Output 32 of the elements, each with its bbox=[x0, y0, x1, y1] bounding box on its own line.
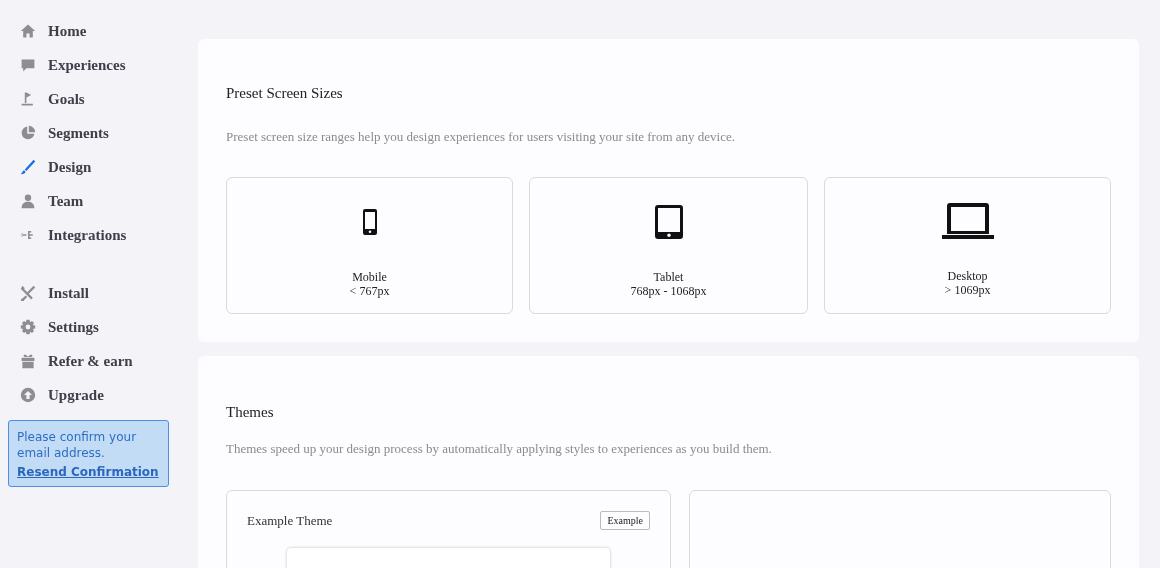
resend-confirmation-link[interactable]: Resend Confirmation bbox=[17, 465, 160, 479]
sidebar-item[interactable]: Refer & earn bbox=[8, 344, 185, 378]
device-name: Tablet bbox=[653, 270, 684, 284]
device-name: Desktop bbox=[947, 269, 988, 283]
phone-icon bbox=[362, 209, 377, 235]
notice-message: Please confirm your email address. bbox=[17, 429, 138, 461]
sidebar-item[interactable]: Integrations bbox=[8, 218, 185, 252]
section-description: Preset screen size ranges help you design experiences for users visiting your site from any device. bbox=[226, 129, 736, 145]
sidebar-item[interactable]: Upgrade bbox=[8, 378, 185, 412]
sidebar-item[interactable]: Experiences bbox=[8, 48, 185, 82]
theme-name: Example Theme bbox=[247, 512, 333, 529]
device-name: Mobile bbox=[352, 270, 387, 284]
sidebar-item[interactable]: Team bbox=[8, 184, 185, 218]
sidebar-item[interactable]: Design bbox=[8, 150, 185, 184]
section-title: Themes bbox=[226, 404, 275, 421]
device-range: < 767px bbox=[349, 284, 390, 298]
section-description: Themes speed up your design process by automatically applying styles to experiences as you build them. bbox=[226, 441, 773, 457]
sidebar-item[interactable]: Segments bbox=[8, 116, 185, 150]
laptop-icon bbox=[941, 203, 994, 239]
theme-card[interactable]: Example Theme Example bbox=[226, 490, 671, 568]
sidebar-item[interactable]: Goals bbox=[8, 82, 185, 116]
device-option[interactable]: Desktop > 1069px bbox=[824, 177, 1111, 314]
sidebar-item[interactable]: Home bbox=[8, 14, 185, 48]
device-range: > 1069px bbox=[944, 283, 991, 297]
sidebar-item[interactable]: Install bbox=[8, 276, 185, 310]
device-range: 768px - 1068px bbox=[630, 284, 707, 298]
section-title: Preset Screen Sizes bbox=[226, 85, 344, 102]
sidebar-item[interactable]: Settings bbox=[8, 310, 185, 344]
device-option[interactable]: Mobile < 767px bbox=[226, 177, 513, 314]
device-option[interactable]: Tablet 768px - 1068px bbox=[529, 177, 808, 314]
tablet-icon bbox=[654, 205, 683, 239]
theme-tag: Example bbox=[600, 511, 650, 530]
